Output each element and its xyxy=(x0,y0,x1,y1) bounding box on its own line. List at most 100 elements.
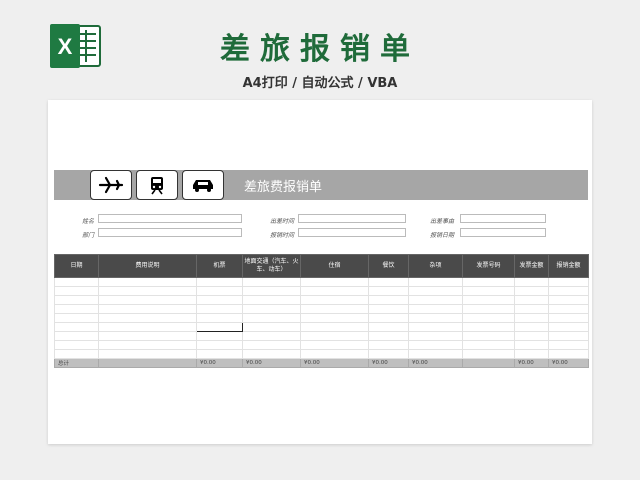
table-cell[interactable] xyxy=(98,295,197,305)
table-cell[interactable] xyxy=(98,277,197,287)
table-cell[interactable] xyxy=(548,277,589,287)
table-cell[interactable] xyxy=(196,277,243,287)
total-cell[interactable]: 总计 xyxy=(54,358,99,368)
table-cell[interactable] xyxy=(408,349,463,359)
total-cell[interactable] xyxy=(462,358,515,368)
total-cell[interactable]: ¥0.00 xyxy=(548,358,589,368)
column-header[interactable]: 发票号码 xyxy=(462,254,515,278)
table-cell[interactable] xyxy=(462,340,515,350)
table-cell[interactable] xyxy=(462,322,515,332)
table-cell[interactable] xyxy=(368,340,409,350)
table-cell[interactable] xyxy=(408,277,463,287)
column-header[interactable]: 餐饮 xyxy=(368,254,409,278)
table-cell[interactable] xyxy=(98,349,197,359)
column-header[interactable]: 发票金额 xyxy=(514,254,549,278)
table-cell[interactable] xyxy=(196,349,243,359)
table-cell[interactable] xyxy=(300,295,369,305)
reimburse-date-field[interactable] xyxy=(460,228,546,237)
table-cell[interactable] xyxy=(462,277,515,287)
table-cell[interactable] xyxy=(514,313,549,323)
table-cell[interactable] xyxy=(462,286,515,296)
table-cell[interactable] xyxy=(98,286,197,296)
table-cell[interactable] xyxy=(368,331,409,341)
table-cell[interactable] xyxy=(98,322,197,332)
table-cell[interactable] xyxy=(242,349,301,359)
table-cell[interactable] xyxy=(548,295,589,305)
table-cell[interactable] xyxy=(548,349,589,359)
table-cell[interactable] xyxy=(368,313,409,323)
column-header[interactable]: 杂项 xyxy=(408,254,463,278)
total-cell[interactable]: ¥0.00 xyxy=(300,358,369,368)
table-cell[interactable] xyxy=(242,304,301,314)
table-cell[interactable] xyxy=(368,322,409,332)
table-cell[interactable] xyxy=(196,340,243,350)
table-cell[interactable] xyxy=(548,322,589,332)
table-cell[interactable] xyxy=(300,322,369,332)
table-cell[interactable] xyxy=(548,331,589,341)
table-cell[interactable] xyxy=(54,313,99,323)
table-cell[interactable] xyxy=(514,349,549,359)
table-cell[interactable] xyxy=(196,331,243,341)
column-header[interactable]: 地面交通（汽车、火车、动车） xyxy=(242,254,301,278)
table-cell[interactable] xyxy=(462,349,515,359)
table-cell[interactable] xyxy=(408,295,463,305)
table-cell[interactable] xyxy=(300,313,369,323)
table-cell[interactable] xyxy=(462,331,515,341)
table-cell[interactable] xyxy=(54,295,99,305)
table-cell[interactable] xyxy=(408,322,463,332)
table-cell[interactable] xyxy=(54,286,99,296)
table-cell[interactable] xyxy=(300,286,369,296)
table-cell[interactable] xyxy=(368,295,409,305)
column-header[interactable]: 日期 xyxy=(54,254,99,278)
table-cell[interactable] xyxy=(54,340,99,350)
table-cell[interactable] xyxy=(196,322,243,332)
table-cell[interactable] xyxy=(242,295,301,305)
table-cell[interactable] xyxy=(98,331,197,341)
total-cell[interactable]: ¥0.00 xyxy=(242,358,301,368)
table-cell[interactable] xyxy=(408,313,463,323)
department-field[interactable] xyxy=(98,228,242,237)
total-cell[interactable] xyxy=(98,358,197,368)
table-cell[interactable] xyxy=(514,331,549,341)
table-cell[interactable] xyxy=(408,340,463,350)
table-cell[interactable] xyxy=(54,304,99,314)
table-cell[interactable] xyxy=(54,322,99,332)
table-cell[interactable] xyxy=(548,340,589,350)
table-cell[interactable] xyxy=(462,295,515,305)
table-cell[interactable] xyxy=(408,331,463,341)
table-cell[interactable] xyxy=(368,349,409,359)
column-header[interactable]: 报销金额 xyxy=(548,254,589,278)
table-cell[interactable] xyxy=(196,295,243,305)
table-cell[interactable] xyxy=(368,286,409,296)
table-cell[interactable] xyxy=(196,286,243,296)
table-cell[interactable] xyxy=(54,277,99,287)
table-cell[interactable] xyxy=(548,286,589,296)
table-cell[interactable] xyxy=(514,295,549,305)
table-cell[interactable] xyxy=(368,277,409,287)
table-cell[interactable] xyxy=(300,340,369,350)
name-field[interactable] xyxy=(98,214,242,223)
table-cell[interactable] xyxy=(548,304,589,314)
table-cell[interactable] xyxy=(514,340,549,350)
table-cell[interactable] xyxy=(196,304,243,314)
table-cell[interactable] xyxy=(242,340,301,350)
table-cell[interactable] xyxy=(514,277,549,287)
table-cell[interactable] xyxy=(408,304,463,314)
table-cell[interactable] xyxy=(514,286,549,296)
table-cell[interactable] xyxy=(368,304,409,314)
table-cell[interactable] xyxy=(242,322,301,332)
reimburse-time-field[interactable] xyxy=(298,228,406,237)
table-cell[interactable] xyxy=(242,313,301,323)
column-header[interactable]: 住宿 xyxy=(300,254,369,278)
table-cell[interactable] xyxy=(242,277,301,287)
depart-time-field[interactable] xyxy=(298,214,406,223)
table-cell[interactable] xyxy=(54,331,99,341)
total-cell[interactable]: ¥0.00 xyxy=(196,358,243,368)
table-cell[interactable] xyxy=(54,349,99,359)
column-header[interactable]: 费用说明 xyxy=(98,254,197,278)
total-cell[interactable]: ¥0.00 xyxy=(408,358,463,368)
table-cell[interactable] xyxy=(98,304,197,314)
table-cell[interactable] xyxy=(196,313,243,323)
table-cell[interactable] xyxy=(300,277,369,287)
table-cell[interactable] xyxy=(514,304,549,314)
